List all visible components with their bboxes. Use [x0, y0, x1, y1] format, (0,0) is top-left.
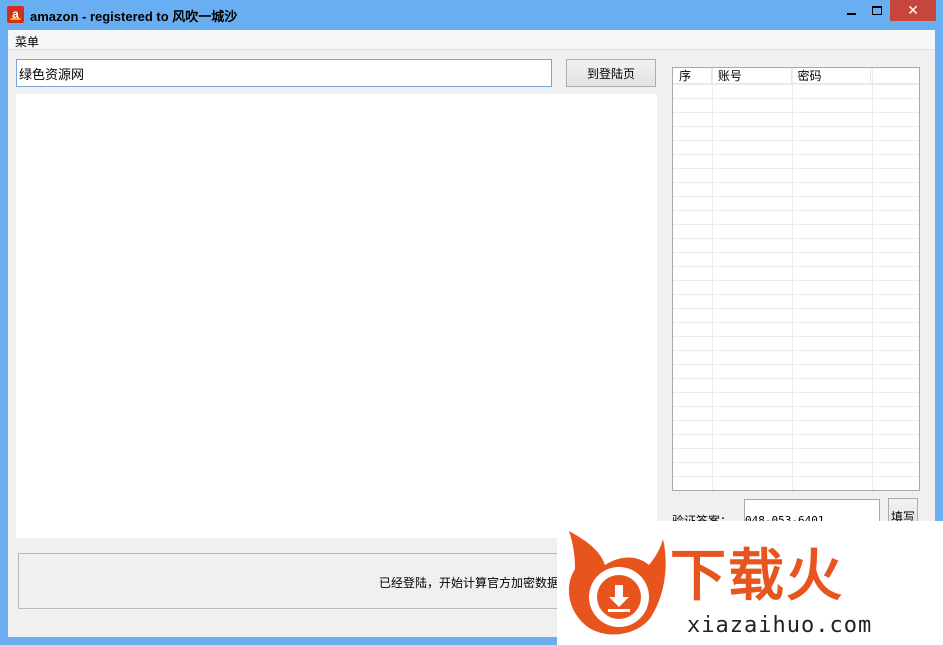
- minimize-button[interactable]: [838, 0, 864, 21]
- column-header-password[interactable]: 密码: [792, 68, 872, 84]
- table-header: 序 账号 密码: [673, 68, 919, 84]
- watermark-domain: xiazaihuo.com: [687, 613, 873, 638]
- maximize-button[interactable]: [864, 0, 890, 21]
- go-to-login-button[interactable]: 到登陆页: [566, 59, 656, 87]
- amazon-app-icon: a: [7, 6, 24, 23]
- watermark-overlay: 下载火 xiazaihuo.com: [557, 521, 943, 645]
- window-title: amazon - registered to 风吹一城沙: [30, 9, 238, 24]
- minimize-icon: [846, 12, 856, 15]
- close-button[interactable]: ✕: [890, 0, 936, 21]
- column-header-account[interactable]: 账号: [712, 68, 792, 84]
- url-input[interactable]: [16, 59, 552, 87]
- column-header-index[interactable]: 序: [673, 68, 712, 84]
- menu-bar: 菜单: [8, 30, 935, 50]
- browser-view[interactable]: [16, 94, 657, 538]
- column-header-extra[interactable]: [871, 68, 919, 84]
- menu-item-main[interactable]: 菜单: [15, 33, 39, 50]
- column-divider: [792, 68, 793, 490]
- column-divider: [712, 68, 713, 490]
- title-bar[interactable]: a amazon - registered to 风吹一城沙 ✕: [0, 0, 943, 30]
- maximize-icon: [872, 6, 882, 15]
- watermark-brand-text: 下载火: [670, 544, 844, 609]
- status-text: 已经登陆，开始计算官方加密数据: [379, 576, 560, 590]
- flame-logo-icon: [568, 531, 666, 635]
- table-gridlines: [673, 84, 919, 490]
- column-divider: [872, 68, 873, 490]
- accounts-table[interactable]: 序 账号 密码: [672, 67, 920, 491]
- close-icon: ✕: [907, 2, 919, 19]
